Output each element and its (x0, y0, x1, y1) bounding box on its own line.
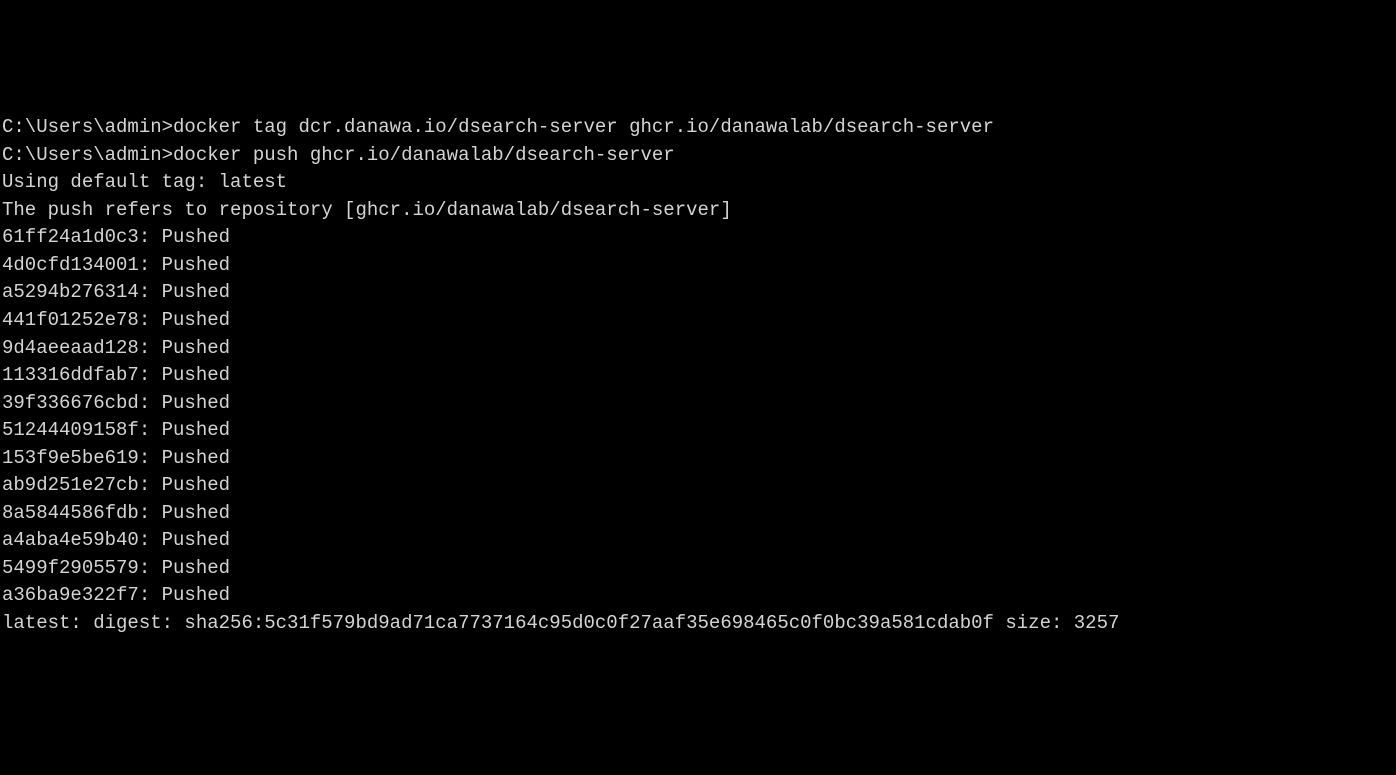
layer-status: ab9d251e27cb: Pushed (2, 472, 1394, 500)
layer-status: 441f01252e78: Pushed (2, 307, 1394, 335)
prompt: C:\Users\admin> (2, 144, 173, 166)
command-text: docker tag dcr.danawa.io/dsearch-server … (173, 116, 994, 138)
command-line-2: C:\Users\admin>docker push ghcr.io/danaw… (2, 142, 1394, 170)
output-tag: Using default tag: latest (2, 169, 1394, 197)
output-repo: The push refers to repository [ghcr.io/d… (2, 197, 1394, 225)
layer-status: 153f9e5be619: Pushed (2, 445, 1394, 473)
layer-status: 5499f2905579: Pushed (2, 555, 1394, 583)
terminal-output[interactable]: C:\Users\admin>docker tag dcr.danawa.io/… (2, 114, 1394, 637)
layer-status: 4d0cfd134001: Pushed (2, 252, 1394, 280)
prompt: C:\Users\admin> (2, 116, 173, 138)
command-line-1: C:\Users\admin>docker tag dcr.danawa.io/… (2, 114, 1394, 142)
layer-status: 9d4aeeaad128: Pushed (2, 335, 1394, 363)
command-text: docker push ghcr.io/danawalab/dsearch-se… (173, 144, 675, 166)
layer-status: a4aba4e59b40: Pushed (2, 527, 1394, 555)
layer-status: a36ba9e322f7: Pushed (2, 582, 1394, 610)
layer-status: 8a5844586fdb: Pushed (2, 500, 1394, 528)
layer-status: 51244409158f: Pushed (2, 417, 1394, 445)
layer-status: a5294b276314: Pushed (2, 279, 1394, 307)
digest-line: latest: digest: sha256:5c31f579bd9ad71ca… (2, 610, 1394, 638)
layer-status: 39f336676cbd: Pushed (2, 390, 1394, 418)
layer-status: 61ff24a1d0c3: Pushed (2, 224, 1394, 252)
layer-status: 113316ddfab7: Pushed (2, 362, 1394, 390)
